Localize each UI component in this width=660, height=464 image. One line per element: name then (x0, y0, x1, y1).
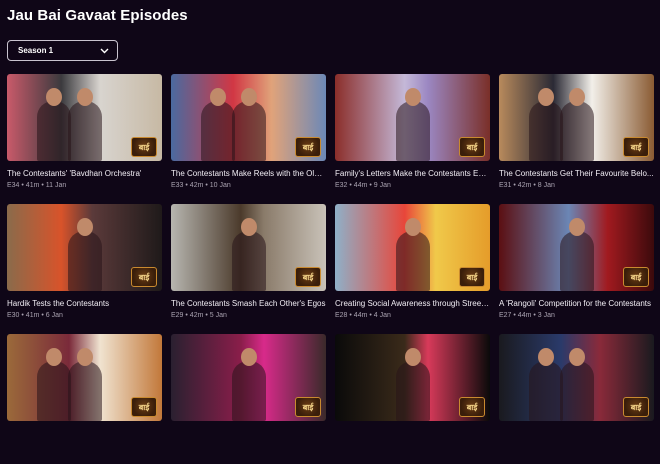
channel-logo: बाई (295, 137, 321, 157)
episode-meta: E34 • 41m • 11 Jan (7, 182, 67, 189)
channel-logo: बाई (295, 267, 321, 287)
episode-card[interactable]: बाई The Contestants' 'Bavdhan Orchestra'… (7, 74, 162, 204)
person-head (537, 348, 554, 366)
person-head (76, 218, 93, 236)
episode-meta: E32 • 44m • 9 Jan (335, 182, 391, 189)
person-head (76, 88, 93, 106)
episode-title[interactable]: The Contestants Make Reels with the Old … (171, 169, 326, 179)
episode-meta: E29 • 42m • 5 Jan (171, 312, 227, 319)
person-head (240, 218, 257, 236)
channel-logo: बाई (131, 267, 157, 287)
person-figure (231, 231, 266, 291)
person-figure (395, 231, 430, 291)
channel-logo: बाई (131, 397, 157, 417)
episode-title[interactable]: Creating Social Awareness through Street… (335, 299, 490, 309)
person-figure (395, 361, 430, 421)
episode-thumbnail[interactable]: बाई (499, 74, 654, 161)
person-figure (528, 101, 563, 161)
episode-title[interactable]: A 'Rangoli' Competition for the Contesta… (499, 299, 654, 309)
person-figure (231, 101, 266, 161)
person-head (537, 88, 554, 106)
episode-thumbnail[interactable]: बाई (335, 334, 490, 421)
channel-logo: बाई (131, 137, 157, 157)
episode-meta: E31 • 42m • 8 Jan (499, 182, 555, 189)
person-head (45, 88, 62, 106)
episode-card[interactable]: बाई (171, 334, 326, 464)
season-dropdown[interactable]: Season 1 (7, 40, 118, 61)
channel-logo: बाई (459, 397, 485, 417)
episode-meta: E27 • 44m • 3 Jan (499, 312, 555, 319)
episode-meta: E28 • 44m • 4 Jan (335, 312, 391, 319)
person-figure (67, 101, 102, 161)
episode-card[interactable]: बाई (335, 334, 490, 464)
episode-title[interactable]: The Contestants Smash Each Other's Egos (171, 299, 326, 309)
episode-grid: बाई The Contestants' 'Bavdhan Orchestra'… (7, 74, 654, 464)
person-figure (559, 361, 594, 421)
episode-thumbnail[interactable]: बाई (7, 334, 162, 421)
channel-logo: बाई (459, 267, 485, 287)
episode-title[interactable]: Family's Letters Make the Contestants Em… (335, 169, 490, 179)
person-head (45, 348, 62, 366)
episode-card[interactable]: बाई (7, 334, 162, 464)
episode-card[interactable]: बाई A 'Rangoli' Competition for the Cont… (499, 204, 654, 334)
season-dropdown-value: Season 1 (18, 46, 54, 55)
channel-logo: बाई (623, 137, 649, 157)
person-head (209, 88, 226, 106)
person-figure (67, 231, 102, 291)
episode-card[interactable]: बाई The Contestants Make Reels with the … (171, 74, 326, 204)
person-head (240, 348, 257, 366)
person-figure (528, 361, 563, 421)
person-head (404, 218, 421, 236)
episode-meta: E30 • 41m • 6 Jan (7, 312, 63, 319)
episode-thumbnail[interactable]: बाई (171, 334, 326, 421)
chevron-down-icon (100, 48, 109, 54)
person-head (568, 218, 585, 236)
person-head (404, 88, 421, 106)
person-figure (395, 101, 430, 161)
person-figure (67, 361, 102, 421)
episode-thumbnail[interactable]: बाई (7, 204, 162, 291)
person-figure (36, 361, 71, 421)
episode-thumbnail[interactable]: बाई (171, 204, 326, 291)
episode-thumbnail[interactable]: बाई (171, 74, 326, 161)
person-head (568, 348, 585, 366)
episode-card[interactable]: बाई Hardik Tests the Contestants E30 • 4… (7, 204, 162, 334)
episode-card[interactable]: बाई (499, 334, 654, 464)
episode-card[interactable]: बाई Creating Social Awareness through St… (335, 204, 490, 334)
channel-logo: बाई (295, 397, 321, 417)
person-figure (200, 101, 235, 161)
person-figure (231, 361, 266, 421)
person-head (568, 88, 585, 106)
channel-logo: बाई (623, 267, 649, 287)
episode-title[interactable]: The Contestants Get Their Favourite Belo… (499, 169, 654, 179)
episode-thumbnail[interactable]: बाई (335, 204, 490, 291)
person-figure (559, 101, 594, 161)
page-title: Jau Bai Gavaat Episodes (7, 7, 188, 24)
episode-thumbnail[interactable]: बाई (335, 74, 490, 161)
episode-title[interactable]: The Contestants' 'Bavdhan Orchestra' (7, 169, 162, 179)
episode-thumbnail[interactable]: बाई (499, 334, 654, 421)
channel-logo: बाई (623, 397, 649, 417)
person-figure (559, 231, 594, 291)
episode-card[interactable]: बाई The Contestants Smash Each Other's E… (171, 204, 326, 334)
episode-thumbnail[interactable]: बाई (7, 74, 162, 161)
episode-card[interactable]: बाई Family's Letters Make the Contestant… (335, 74, 490, 204)
episode-title[interactable]: Hardik Tests the Contestants (7, 299, 162, 309)
episode-meta: E33 • 42m • 10 Jan (171, 182, 231, 189)
person-head (76, 348, 93, 366)
episode-card[interactable]: बाई The Contestants Get Their Favourite … (499, 74, 654, 204)
person-figure (36, 101, 71, 161)
channel-logo: बाई (459, 137, 485, 157)
person-head (404, 348, 421, 366)
episode-thumbnail[interactable]: बाई (499, 204, 654, 291)
person-head (240, 88, 257, 106)
